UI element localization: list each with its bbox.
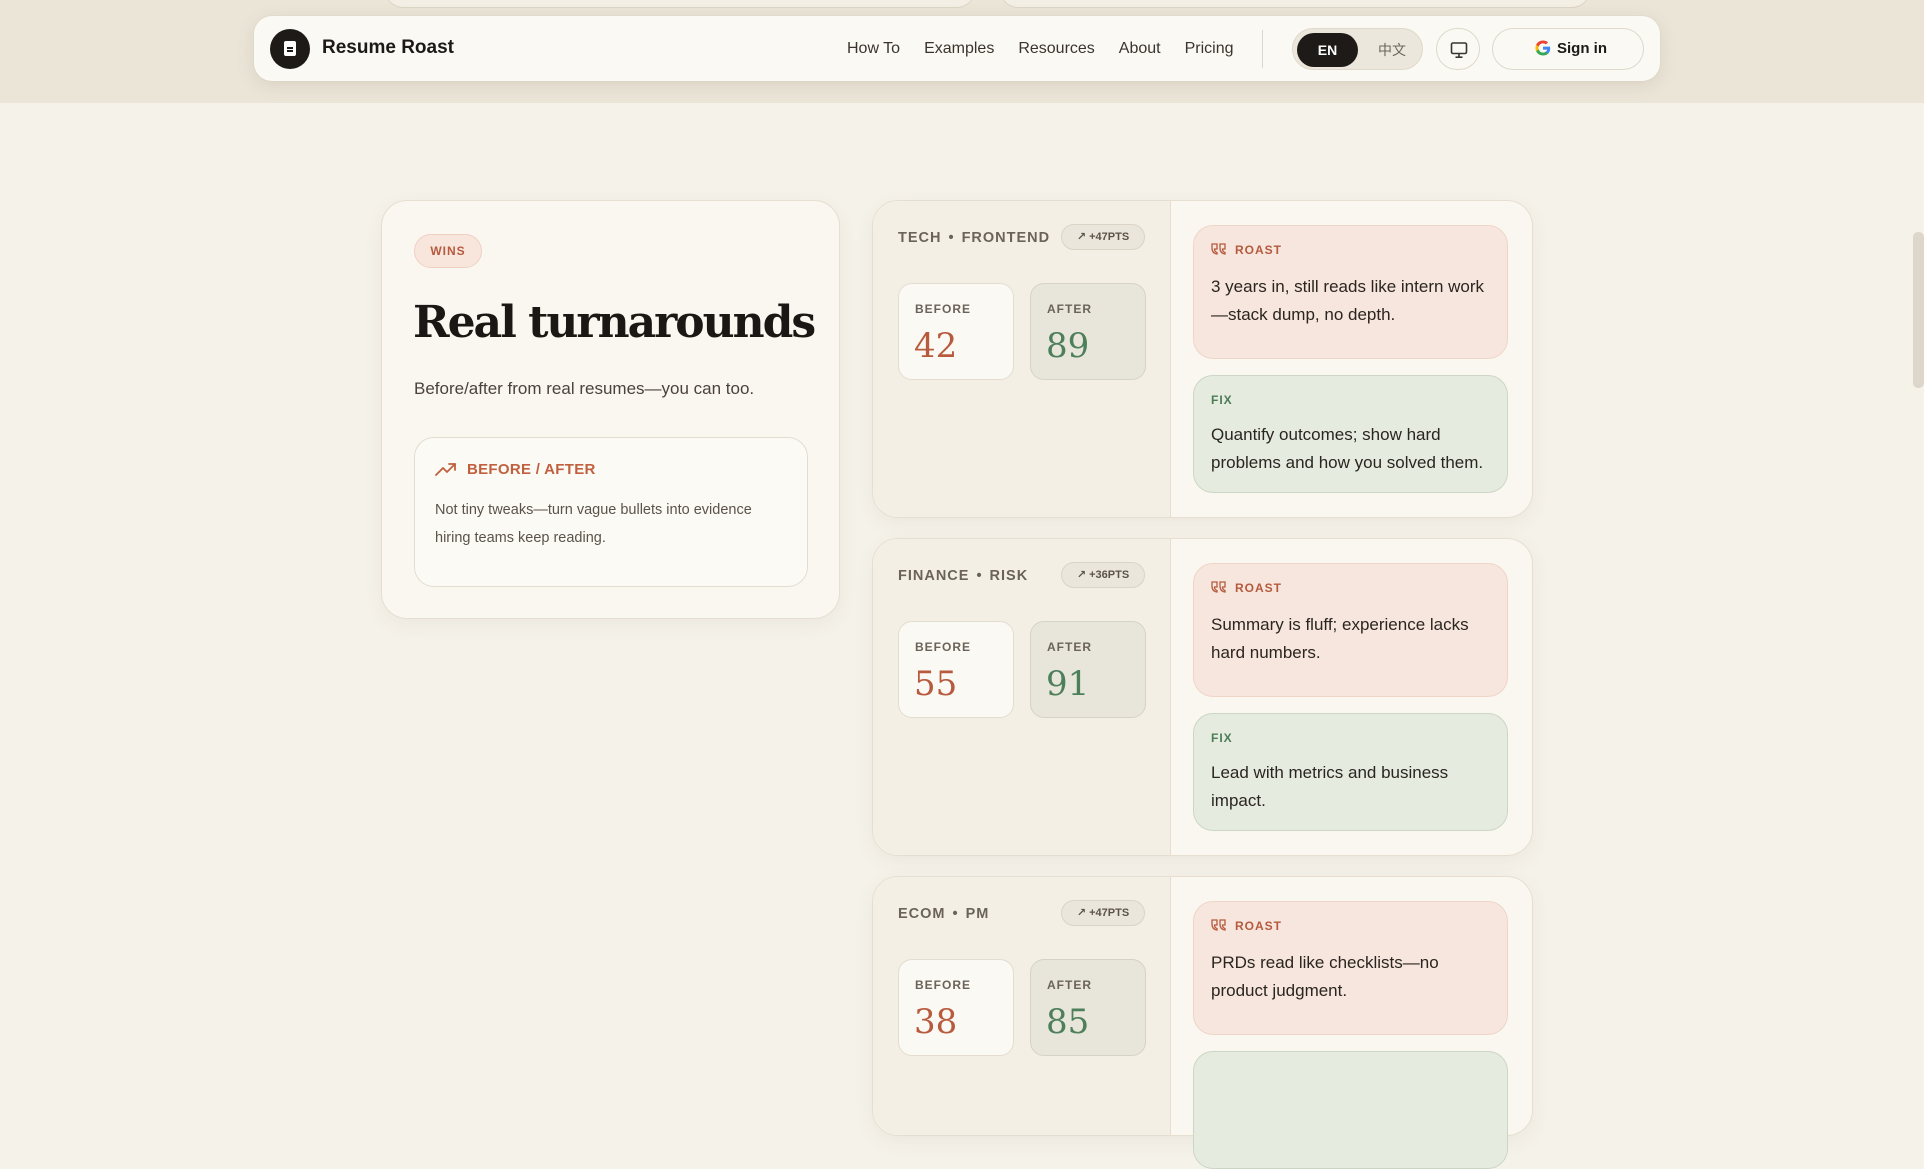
before-value: 55 (914, 664, 958, 704)
nav-links: How To Examples Resources About Pricing (847, 40, 1234, 58)
nav-link-how-to[interactable]: How To (847, 40, 900, 58)
separator-dot: • (952, 906, 959, 922)
before-after-box: BEFORE / AFTER Not tiny tweaks—turn vagu… (414, 437, 808, 587)
case-scores-panel: FINANCE • RISK ↗ +36PTS BEFORE 55 AFTER 91 (873, 539, 1171, 855)
nav-divider (1262, 30, 1263, 68)
nav-link-examples[interactable]: Examples (924, 40, 994, 58)
after-score: AFTER 85 (1030, 959, 1146, 1056)
before-label: BEFORE (915, 640, 972, 654)
before-score: BEFORE 42 (898, 283, 1014, 380)
roast-label: ROAST (1235, 243, 1282, 257)
roast-label: ROAST (1235, 581, 1282, 595)
monitor-icon (1450, 42, 1468, 59)
quote-icon (1211, 243, 1226, 255)
lang-zh-button[interactable]: 中文 (1369, 33, 1415, 67)
after-label: AFTER (1047, 640, 1092, 654)
section-subtitle: Before/after from real resumes—you can t… (414, 379, 755, 398)
separator-dot: • (948, 230, 955, 246)
case-scores-panel: ECOM • PM ↗ +47PTS BEFORE 38 AFTER 85 (873, 877, 1171, 1135)
quote-icon (1211, 581, 1226, 593)
sign-in-button[interactable]: Sign in (1492, 28, 1644, 70)
before-after-title: BEFORE / AFTER (467, 461, 596, 478)
fix-box: FIX Lead with metrics and business impac… (1193, 713, 1508, 831)
scrollbar-thumb[interactable] (1913, 232, 1924, 388)
case-role: FRONTEND (961, 230, 1051, 246)
case-card: ECOM • PM ↗ +47PTS BEFORE 38 AFTER 85 ROAS… (872, 876, 1533, 1169)
case-category: ECOM • PM (898, 906, 989, 922)
before-score: BEFORE 38 (898, 959, 1014, 1056)
arrow-up-right-icon: ↗ (1076, 907, 1090, 919)
roast-label: ROAST (1235, 919, 1282, 933)
points-value: +47PTS (1089, 907, 1130, 919)
previous-section-card (1000, 0, 1590, 8)
trending-up-icon (435, 463, 456, 476)
before-label: BEFORE (915, 302, 972, 316)
points-badge: ↗ +36PTS (1061, 562, 1145, 588)
section-title: Real turnarounds (413, 297, 816, 348)
language-toggle: EN 中文 (1292, 28, 1423, 70)
fix-box: FIX Quantify outcomes; show hard problem… (1193, 375, 1508, 493)
roast-box: ROAST Summary is fluff; experience lacks… (1193, 563, 1508, 697)
fix-box (1193, 1051, 1508, 1169)
after-value: 85 (1046, 1002, 1090, 1042)
points-badge: ↗ +47PTS (1061, 224, 1145, 250)
before-value: 42 (914, 326, 958, 366)
navbar: Resume Roast How To Examples Resources A… (254, 16, 1660, 81)
roast-box: ROAST PRDs read like checklists—no produ… (1193, 901, 1508, 1035)
arrow-up-right-icon: ↗ (1076, 569, 1090, 581)
previous-section-card (385, 0, 975, 8)
before-score: BEFORE 55 (898, 621, 1014, 718)
before-after-text: Not tiny tweaks—turn vague bullets into … (435, 502, 752, 546)
logo[interactable] (270, 29, 310, 69)
google-icon (1535, 40, 1551, 56)
case-category: TECH • FRONTEND (898, 230, 1050, 246)
case-scores-panel: TECH • FRONTEND ↗ +47PTS BEFORE 42 AFTER 8… (873, 201, 1171, 517)
nav-link-resources[interactable]: Resources (1018, 40, 1094, 58)
fix-text: Quantify outcomes; show hard problems an… (1211, 425, 1484, 472)
document-icon (284, 41, 296, 56)
quote-icon (1211, 919, 1226, 931)
before-value: 38 (914, 1002, 958, 1042)
after-label: AFTER (1047, 978, 1092, 992)
case-card: FINANCE • RISK ↗ +36PTS BEFORE 55 AFTER 91… (872, 538, 1533, 856)
after-value: 89 (1046, 326, 1090, 366)
separator-dot: • (976, 568, 983, 584)
case-role: RISK (989, 568, 1029, 584)
points-value: +36PTS (1089, 569, 1130, 581)
roast-text: Summary is fluff; experience lacks hard … (1211, 615, 1469, 662)
points-value: +47PTS (1089, 231, 1130, 243)
case-role: PM (965, 906, 990, 922)
after-score: AFTER 89 (1030, 283, 1146, 380)
lang-en-button[interactable]: EN (1297, 33, 1358, 67)
roast-text: PRDs read like checklists—no product jud… (1211, 953, 1439, 1000)
fix-text: Lead with metrics and business impact. (1211, 763, 1449, 810)
wins-badge: WINS (414, 234, 482, 268)
before-label: BEFORE (915, 978, 972, 992)
nav-link-pricing[interactable]: Pricing (1185, 40, 1234, 58)
case-card: TECH • FRONTEND ↗ +47PTS BEFORE 42 AFTER 8… (872, 200, 1533, 518)
nav-link-about[interactable]: About (1119, 40, 1161, 58)
fix-label: FIX (1211, 393, 1233, 407)
case-field: FINANCE (898, 568, 970, 584)
points-badge: ↗ +47PTS (1061, 900, 1145, 926)
case-category: FINANCE • RISK (898, 568, 1028, 584)
case-field: TECH (898, 230, 942, 246)
intro-card: WINS Real turnarounds Before/after from … (381, 200, 840, 619)
brand-name[interactable]: Resume Roast (322, 37, 454, 59)
roast-text: 3 years in, still reads like intern work… (1211, 277, 1485, 324)
case-field: ECOM (898, 906, 946, 922)
roast-box: ROAST 3 years in, still reads like inter… (1193, 225, 1508, 359)
after-label: AFTER (1047, 302, 1092, 316)
arrow-up-right-icon: ↗ (1076, 231, 1090, 243)
after-value: 91 (1046, 664, 1090, 704)
theme-button[interactable] (1436, 28, 1480, 70)
after-score: AFTER 91 (1030, 621, 1146, 718)
sign-in-label: Sign in (1557, 40, 1607, 57)
fix-label: FIX (1211, 731, 1233, 745)
